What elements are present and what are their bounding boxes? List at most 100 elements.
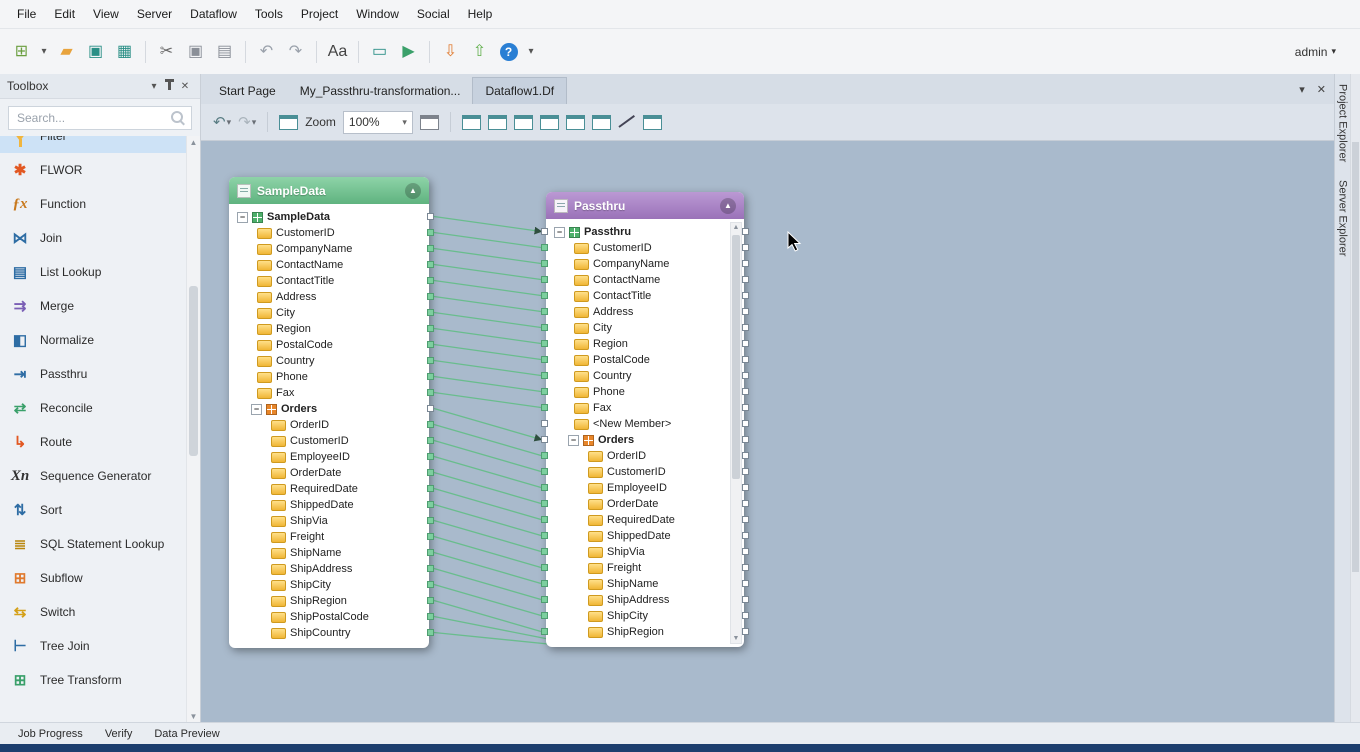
scrollbar-thumb[interactable]	[189, 286, 198, 456]
tree-field-row[interactable]: Freight	[546, 560, 744, 576]
port-out[interactable]	[742, 372, 749, 379]
toolbox-item-sequence-generator[interactable]: XnSequence Generator	[0, 459, 187, 493]
port-in[interactable]	[541, 564, 548, 571]
port-out[interactable]	[427, 229, 434, 236]
collapse-icon[interactable]: ▲	[720, 198, 736, 214]
tree-field-row[interactable]: Phone	[546, 384, 744, 400]
port-out[interactable]	[427, 549, 434, 556]
port-out[interactable]	[742, 516, 749, 523]
connection-line[interactable]	[434, 489, 541, 520]
port-in[interactable]	[541, 292, 548, 299]
tree-field-row[interactable]: OrderDate	[546, 496, 744, 512]
tree-field-row[interactable]: ShipName	[546, 576, 744, 592]
node-header[interactable]: Passthru▲	[546, 192, 744, 219]
open-button[interactable]: ▰	[53, 38, 80, 65]
port-out[interactable]	[427, 309, 434, 316]
tree-field-row[interactable]: ContactTitle	[546, 288, 744, 304]
port-out[interactable]	[427, 357, 434, 364]
connection-line[interactable]	[434, 345, 541, 360]
run-dataflow-button[interactable]: ▶	[395, 38, 422, 65]
tab-list-dropdown-icon[interactable]: ▾	[1299, 83, 1305, 96]
vertical-scrollbar[interactable]	[1350, 74, 1360, 723]
tree-field-row[interactable]: ShipRegion	[229, 593, 429, 609]
tree-field-row[interactable]: ShipCity	[229, 577, 429, 593]
close-document-icon[interactable]: ✕	[1317, 83, 1326, 96]
port-out[interactable]	[427, 533, 434, 540]
redo-button[interactable]: ↷▾	[238, 113, 256, 131]
tree-field-row[interactable]: CustomerID	[229, 433, 429, 449]
tree-field-row[interactable]: ShipName	[229, 545, 429, 561]
scroll-down-icon[interactable]: ▼	[187, 712, 200, 721]
panel-tab-server-explorer[interactable]: Server Explorer	[1337, 180, 1349, 256]
port-in[interactable]	[541, 404, 548, 411]
port-in[interactable]	[541, 356, 548, 363]
connection-line[interactable]	[434, 425, 541, 456]
connection-line[interactable]	[434, 361, 541, 376]
port-in[interactable]	[541, 484, 548, 491]
port-in[interactable]	[541, 324, 548, 331]
toolbox-item-list-lookup[interactable]: ▤List Lookup	[0, 255, 187, 289]
port-in[interactable]	[541, 500, 548, 507]
port-out[interactable]	[742, 596, 749, 603]
tree-field-row[interactable]: ShippedDate	[229, 497, 429, 513]
connection-line[interactable]	[434, 377, 541, 392]
port-out[interactable]	[427, 501, 434, 508]
port-out[interactable]	[427, 261, 434, 268]
align-left-icon[interactable]	[514, 115, 533, 130]
connection-line[interactable]	[434, 329, 541, 344]
redo-button[interactable]: ↷	[282, 38, 309, 65]
tree-group-row[interactable]: −Orders	[546, 432, 744, 448]
port-out[interactable]	[742, 356, 749, 363]
tree-field-row[interactable]: <New Member>	[546, 416, 744, 432]
connection-line[interactable]	[434, 249, 541, 264]
tree-field-row[interactable]: ContactName	[229, 257, 429, 273]
port-in[interactable]	[541, 628, 548, 635]
layout-horizontal-icon[interactable]	[462, 115, 481, 130]
preview-window-button[interactable]: ▭	[366, 38, 393, 65]
toolbox-item-route[interactable]: ↳Route	[0, 425, 187, 459]
collapse-expander-icon[interactable]: −	[251, 404, 262, 415]
tree-field-row[interactable]: CompanyName	[229, 241, 429, 257]
undo-button[interactable]: ↶	[253, 38, 280, 65]
print-icon[interactable]	[420, 115, 439, 130]
menu-file[interactable]: File	[8, 0, 45, 28]
tree-field-row[interactable]: Region	[229, 321, 429, 337]
connection-line[interactable]	[434, 313, 541, 328]
tree-field-row[interactable]: PostalCode	[229, 337, 429, 353]
tree-field-row[interactable]: Country	[229, 353, 429, 369]
port-out[interactable]	[427, 629, 434, 636]
tree-field-row[interactable]: ShipVia	[546, 544, 744, 560]
port-out[interactable]	[742, 324, 749, 331]
tree-field-row[interactable]: RequiredDate	[229, 481, 429, 497]
font-button[interactable]: Aa	[324, 38, 351, 65]
port-in[interactable]	[541, 308, 548, 315]
connection-line[interactable]	[434, 553, 541, 584]
connection-line[interactable]	[434, 617, 548, 640]
connection-line[interactable]	[434, 441, 541, 472]
toolbox-item-passthru[interactable]: ⇥Passthru	[0, 357, 187, 391]
save-button[interactable]: ▣	[82, 38, 109, 65]
toolbox-item-sort[interactable]: ⇅Sort	[0, 493, 187, 527]
port-out[interactable]	[742, 244, 749, 251]
tree-field-row[interactable]: Fax	[546, 400, 744, 416]
tree-field-row[interactable]: EmployeeID	[229, 449, 429, 465]
toolbox-item-subflow[interactable]: ⊞Subflow	[0, 561, 187, 595]
port-out[interactable]	[742, 612, 749, 619]
port-out[interactable]	[427, 389, 434, 396]
tree-field-row[interactable]: Address	[546, 304, 744, 320]
panel-tab-project-explorer[interactable]: Project Explorer	[1337, 84, 1349, 162]
toolbox-item-join[interactable]: ⋈Join	[0, 221, 187, 255]
port-out[interactable]	[427, 213, 434, 220]
search-input[interactable]	[8, 106, 192, 130]
port-in[interactable]	[541, 276, 548, 283]
zoom-to-fit-icon[interactable]	[279, 115, 298, 130]
port-out[interactable]	[742, 468, 749, 475]
port-out[interactable]	[427, 597, 434, 604]
tree-field-row[interactable]: OrderID	[546, 448, 744, 464]
port-in[interactable]	[541, 388, 548, 395]
tree-field-row[interactable]: ContactName	[546, 272, 744, 288]
node-scrollbar[interactable]: ▲▼	[730, 222, 742, 644]
save-all-button[interactable]: ▦	[111, 38, 138, 65]
import-button[interactable]: ⇩	[437, 38, 464, 65]
menu-dataflow[interactable]: Dataflow	[181, 0, 246, 28]
